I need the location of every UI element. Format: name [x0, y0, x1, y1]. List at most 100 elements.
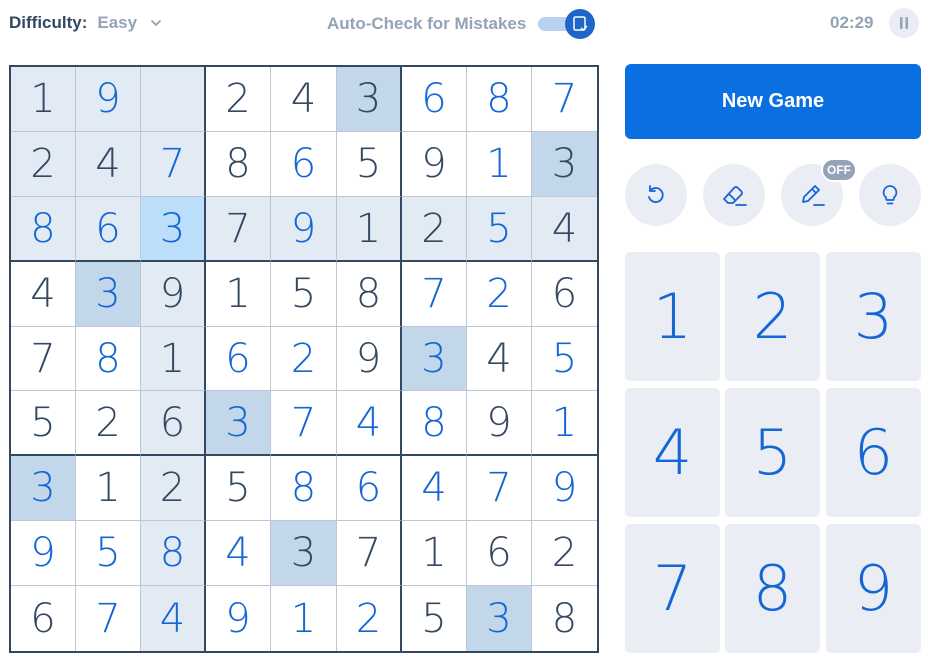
- sudoku-cell[interactable]: 4: [76, 132, 141, 197]
- sudoku-cell[interactable]: 4: [206, 521, 271, 586]
- sudoku-cell[interactable]: 2: [271, 327, 337, 391]
- sudoku-cell[interactable]: 3: [206, 391, 271, 456]
- sudoku-cell[interactable]: 2: [76, 391, 141, 456]
- sudoku-cell[interactable]: 7: [402, 262, 467, 327]
- sudoku-cell[interactable]: 4: [271, 67, 337, 132]
- sudoku-cell[interactable]: 5: [532, 327, 597, 391]
- sudoku-cell[interactable]: 3: [141, 197, 206, 262]
- sudoku-cell[interactable]: 6: [532, 262, 597, 327]
- sudoku-cell[interactable]: 2: [467, 262, 532, 327]
- sudoku-cell[interactable]: 8: [532, 586, 597, 651]
- number-key[interactable]: 6: [826, 388, 921, 517]
- sudoku-cell[interactable]: 5: [467, 197, 532, 262]
- sudoku-cell[interactable]: 6: [76, 197, 141, 262]
- sudoku-cell[interactable]: 8: [271, 456, 337, 521]
- sudoku-cell[interactable]: 8: [141, 521, 206, 586]
- pause-button[interactable]: [889, 8, 919, 38]
- new-game-button[interactable]: New Game: [625, 64, 921, 139]
- sudoku-cell[interactable]: 5: [76, 521, 141, 586]
- sudoku-cell[interactable]: 4: [11, 262, 76, 327]
- number-key[interactable]: 3: [826, 252, 921, 381]
- sudoku-cell[interactable]: 3: [467, 586, 532, 651]
- sudoku-cell[interactable]: 8: [11, 197, 76, 262]
- sudoku-cell[interactable]: 2: [402, 197, 467, 262]
- number-key[interactable]: 1: [625, 252, 720, 381]
- sudoku-cell[interactable]: 6: [141, 391, 206, 456]
- sudoku-cell[interactable]: 6: [271, 132, 337, 197]
- sudoku-cell[interactable]: 1: [206, 262, 271, 327]
- sudoku-cell[interactable]: 7: [337, 521, 402, 586]
- sudoku-cell[interactable]: 9: [141, 262, 206, 327]
- sudoku-cell[interactable]: 1: [271, 586, 337, 651]
- number-key[interactable]: 9: [826, 524, 921, 653]
- sudoku-cell[interactable]: 2: [206, 67, 271, 132]
- sudoku-cell[interactable]: 2: [532, 521, 597, 586]
- difficulty-selector[interactable]: Difficulty: Easy: [9, 13, 163, 33]
- sudoku-cell[interactable]: 5: [402, 586, 467, 651]
- sudoku-cell[interactable]: 9: [337, 327, 402, 391]
- sudoku-cell[interactable]: 2: [337, 586, 402, 651]
- sudoku-cell[interactable]: 1: [467, 132, 532, 197]
- sudoku-cell[interactable]: 7: [271, 391, 337, 456]
- number-key[interactable]: 5: [725, 388, 820, 517]
- sudoku-cell[interactable]: 5: [206, 456, 271, 521]
- sudoku-cell[interactable]: 1: [76, 456, 141, 521]
- sudoku-cell[interactable]: 5: [337, 132, 402, 197]
- sudoku-cell[interactable]: 9: [467, 391, 532, 456]
- sudoku-cell[interactable]: 9: [402, 132, 467, 197]
- sudoku-cell[interactable]: 8: [206, 132, 271, 197]
- chevron-down-icon[interactable]: [149, 16, 163, 30]
- difficulty-value[interactable]: Easy: [97, 13, 137, 33]
- toggle-knob[interactable]: [565, 9, 596, 39]
- sudoku-cell[interactable]: [141, 67, 206, 132]
- number-key[interactable]: 4: [625, 388, 720, 517]
- number-key[interactable]: 8: [725, 524, 820, 653]
- sudoku-cell[interactable]: 3: [532, 132, 597, 197]
- sudoku-cell[interactable]: 1: [532, 391, 597, 456]
- sudoku-cell[interactable]: 1: [11, 67, 76, 132]
- sudoku-cell[interactable]: 8: [337, 262, 402, 327]
- sudoku-cell[interactable]: 3: [11, 456, 76, 521]
- sudoku-cell[interactable]: 8: [76, 327, 141, 391]
- sudoku-cell[interactable]: 8: [467, 67, 532, 132]
- sudoku-cell[interactable]: 7: [76, 586, 141, 651]
- sudoku-cell[interactable]: 1: [337, 197, 402, 262]
- sudoku-cell[interactable]: 6: [206, 327, 271, 391]
- sudoku-cell[interactable]: 3: [76, 262, 141, 327]
- sudoku-cell[interactable]: 5: [11, 391, 76, 456]
- sudoku-cell[interactable]: 7: [532, 67, 597, 132]
- sudoku-cell[interactable]: 6: [337, 456, 402, 521]
- undo-button[interactable]: [625, 164, 687, 226]
- hint-button[interactable]: [859, 164, 921, 226]
- sudoku-cell[interactable]: 3: [271, 521, 337, 586]
- sudoku-cell[interactable]: 9: [76, 67, 141, 132]
- sudoku-cell[interactable]: 7: [467, 456, 532, 521]
- sudoku-cell[interactable]: 1: [402, 521, 467, 586]
- sudoku-cell[interactable]: 4: [337, 391, 402, 456]
- sudoku-cell[interactable]: 7: [206, 197, 271, 262]
- sudoku-cell[interactable]: 5: [271, 262, 337, 327]
- sudoku-cell[interactable]: 6: [402, 67, 467, 132]
- erase-button[interactable]: [703, 164, 765, 226]
- sudoku-cell[interactable]: 3: [402, 327, 467, 391]
- sudoku-cell[interactable]: 1: [141, 327, 206, 391]
- sudoku-cell[interactable]: 9: [206, 586, 271, 651]
- auto-check-toggle[interactable]: [538, 9, 596, 39]
- sudoku-cell[interactable]: 6: [467, 521, 532, 586]
- sudoku-cell[interactable]: 3: [337, 67, 402, 132]
- number-key[interactable]: 2: [725, 252, 820, 381]
- sudoku-cell[interactable]: 4: [141, 586, 206, 651]
- sudoku-cell[interactable]: 9: [532, 456, 597, 521]
- sudoku-cell[interactable]: 4: [402, 456, 467, 521]
- sudoku-cell[interactable]: 4: [532, 197, 597, 262]
- sudoku-cell[interactable]: 8: [402, 391, 467, 456]
- sudoku-cell[interactable]: 9: [271, 197, 337, 262]
- sudoku-cell[interactable]: 9: [11, 521, 76, 586]
- sudoku-cell[interactable]: 7: [11, 327, 76, 391]
- sudoku-cell[interactable]: 7: [141, 132, 206, 197]
- sudoku-cell[interactable]: 2: [141, 456, 206, 521]
- sudoku-cell[interactable]: 6: [11, 586, 76, 651]
- number-key[interactable]: 7: [625, 524, 720, 653]
- sudoku-cell[interactable]: 2: [11, 132, 76, 197]
- sudoku-cell[interactable]: 4: [467, 327, 532, 391]
